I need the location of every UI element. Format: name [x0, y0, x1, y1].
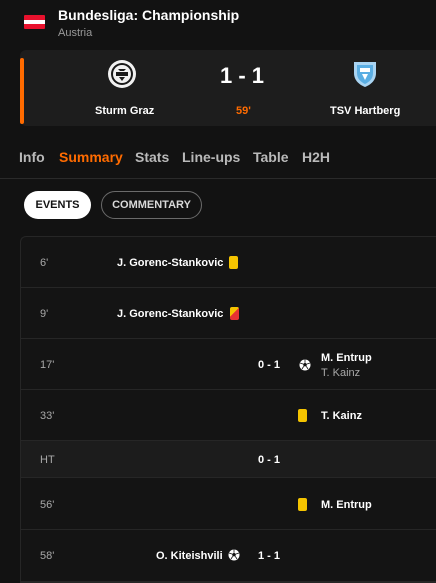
- event-row[interactable]: 33' T. Kainz: [21, 390, 436, 441]
- away-team-name[interactable]: TSV Hartberg: [330, 105, 400, 117]
- event-minute: 17': [40, 359, 55, 371]
- event-row[interactable]: 6' J. Gorenc-Stankovic: [21, 237, 436, 288]
- tab-summary[interactable]: Summary: [59, 149, 123, 165]
- event-minute: 33': [40, 410, 55, 422]
- event-assist[interactable]: T. Kainz: [321, 367, 360, 379]
- event-player[interactable]: J. Gorenc-Stankovic: [117, 257, 223, 269]
- competition-title[interactable]: Bundesliga: Championship: [58, 7, 239, 23]
- match-scorecard: Sturm Graz 1 - 1 59' TSV Hartberg: [20, 50, 436, 126]
- events-toggle-button[interactable]: EVENTS: [24, 191, 91, 219]
- tab-table[interactable]: Table: [253, 149, 289, 165]
- tab-h2h[interactable]: H2H: [302, 149, 330, 165]
- half-time-score: 0 - 1: [258, 454, 281, 466]
- yellow-card-icon: [298, 498, 307, 511]
- event-player[interactable]: M. Entrup: [321, 499, 372, 511]
- event-player[interactable]: T. Kainz: [321, 410, 362, 422]
- live-indicator: [20, 58, 24, 124]
- tab-lineups[interactable]: Line-ups: [182, 149, 240, 165]
- event-minute: 56': [40, 499, 55, 511]
- yellow-card-icon: [298, 409, 307, 422]
- austria-flag-icon: [24, 15, 45, 29]
- event-minute: HT: [40, 454, 55, 466]
- football-icon: [228, 549, 240, 561]
- home-team-name[interactable]: Sturm Graz: [95, 105, 154, 117]
- event-row[interactable]: 58' O. Kiteishvili 1 - 1: [21, 530, 436, 582]
- match-score: 1 - 1: [220, 63, 265, 88]
- match-minute: 59': [236, 105, 251, 117]
- commentary-toggle-button[interactable]: COMMENTARY: [101, 191, 202, 219]
- event-minute: 9': [40, 308, 49, 320]
- event-minute: 6': [40, 257, 49, 269]
- competition-header: Bundesliga: Championship Austria: [0, 0, 436, 45]
- sturm-graz-crest-icon[interactable]: [107, 59, 137, 89]
- tsv-hartberg-crest-icon[interactable]: [350, 59, 380, 89]
- event-score: 1 - 1: [258, 550, 281, 562]
- event-player[interactable]: M. Entrup: [321, 352, 372, 364]
- event-player[interactable]: O. Kiteishvili: [156, 550, 223, 562]
- yellow-card-icon: [229, 256, 238, 269]
- football-icon: [299, 359, 311, 371]
- competition-country: Austria: [58, 27, 93, 39]
- event-minute: 58': [40, 550, 55, 562]
- event-row[interactable]: 9' J. Gorenc-Stankovic: [21, 288, 436, 339]
- event-row[interactable]: 56' M. Entrup: [21, 478, 436, 530]
- event-player[interactable]: J. Gorenc-Stankovic: [117, 308, 223, 320]
- tab-info[interactable]: Info: [19, 149, 45, 165]
- second-yellow-card-icon: [230, 307, 239, 320]
- tab-stats[interactable]: Stats: [135, 149, 169, 165]
- match-tabs: Info Summary Stats Line-ups Table H2H: [0, 142, 436, 179]
- event-score: 0 - 1: [258, 359, 281, 371]
- events-list: 6' J. Gorenc-Stankovic 9' J. Gorenc-Stan…: [20, 236, 436, 583]
- event-row[interactable]: 17' 0 - 1 M. Entrup T. Kainz: [21, 339, 436, 390]
- half-time-row: HT 0 - 1: [21, 441, 436, 478]
